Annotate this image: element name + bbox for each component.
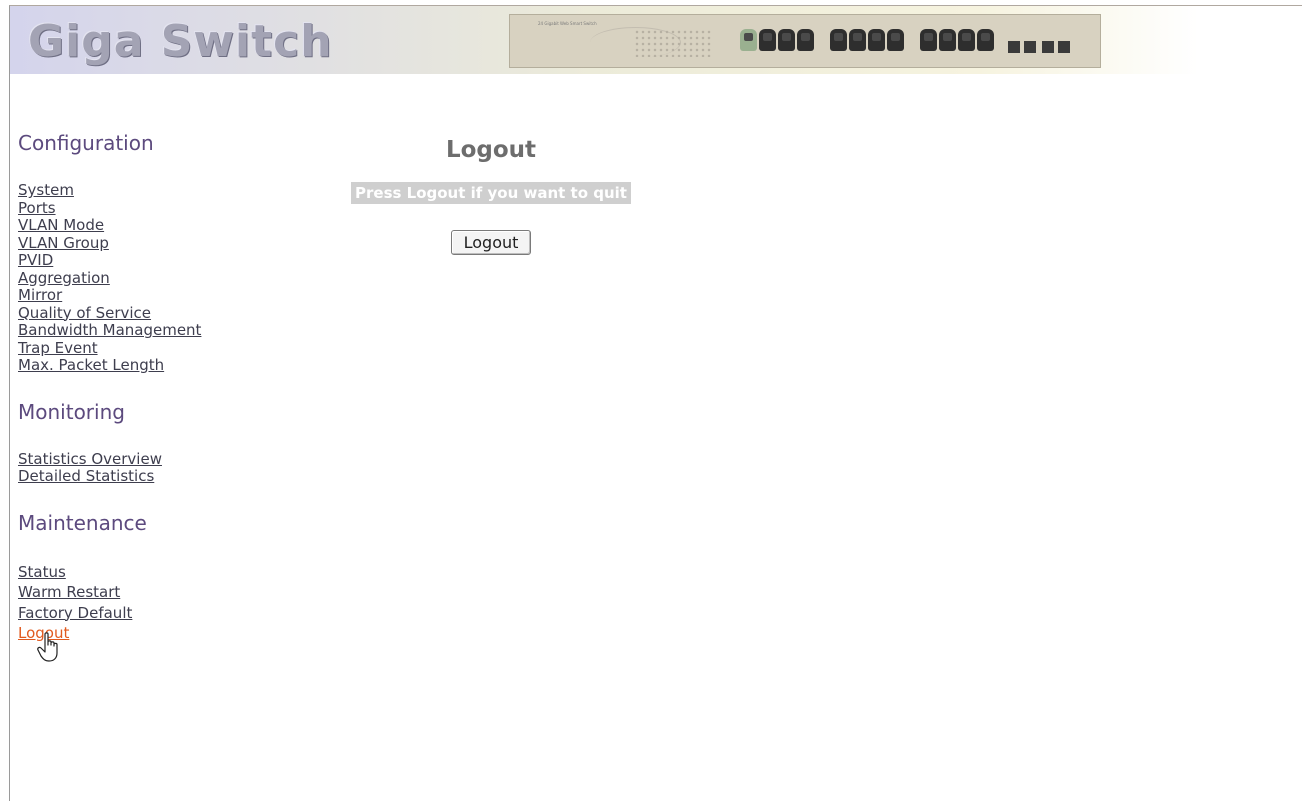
port-group-3 [920,25,994,53]
port [778,29,795,51]
nav-link-mirror[interactable]: Mirror [18,286,238,305]
sfp-port [1008,41,1020,53]
logout-prompt-message: Press Logout if you want to quit [351,182,631,204]
nav-link-status[interactable]: Status [18,562,238,583]
main-content: Logout Press Logout if you want to quit … [340,132,642,255]
port [759,29,776,51]
device-led-grid [634,29,712,57]
nav-link-aggregation[interactable]: Aggregation [18,269,238,288]
nav-link-bandwidth-management[interactable]: Bandwidth Management [18,321,238,340]
sfp-port [1058,41,1070,53]
port [868,29,885,51]
logout-button[interactable]: Logout [450,230,532,255]
port [939,29,956,51]
nav-link-pvid[interactable]: PVID [18,251,238,270]
device-label: 24 Gigabit Web Smart Switch [538,21,597,26]
brand-logo: Giga Switch [28,16,333,67]
nav-link-ports[interactable]: Ports [18,199,238,218]
nav-section-monitoring: Monitoring Statistics Overview Detailed … [18,399,238,486]
nav-link-vlan-mode[interactable]: VLAN Mode [18,216,238,235]
section-title-maintenance: Maintenance [18,510,147,535]
nav-link-statistics-overview[interactable]: Statistics Overview [18,450,238,469]
sfp-port [1024,41,1036,53]
sidebar-nav: Configuration System Ports VLAN Mode VLA… [18,130,238,644]
port [797,29,814,51]
nav-section-configuration: Configuration System Ports VLAN Mode VLA… [18,130,238,375]
nav-section-maintenance: Maintenance Status Warm Restart Factory … [18,510,238,644]
switch-device-image: 24 Gigabit Web Smart Switch [509,14,1101,68]
port [887,29,904,51]
port [830,29,847,51]
port [740,29,757,51]
section-title-monitoring: Monitoring [18,399,125,424]
port-group-2 [830,25,904,53]
nav-link-factory-default[interactable]: Factory Default [18,603,238,624]
page-title: Logout [445,137,537,163]
hand-cursor-icon [37,632,58,662]
sfp-port [1042,41,1054,53]
nav-link-max-packet-length[interactable]: Max. Packet Length [18,356,238,375]
nav-link-warm-restart[interactable]: Warm Restart [18,582,238,603]
nav-link-trap-event[interactable]: Trap Event [18,339,238,358]
port [849,29,866,51]
section-title-configuration: Configuration [18,131,154,155]
port [958,29,975,51]
nav-link-detailed-statistics[interactable]: Detailed Statistics [18,467,238,486]
nav-link-vlan-group[interactable]: VLAN Group [18,234,238,253]
nav-link-system[interactable]: System [18,181,238,200]
port-group-1 [740,25,814,53]
port [920,29,937,51]
nav-link-quality-of-service[interactable]: Quality of Service [18,304,238,323]
port [977,29,994,51]
